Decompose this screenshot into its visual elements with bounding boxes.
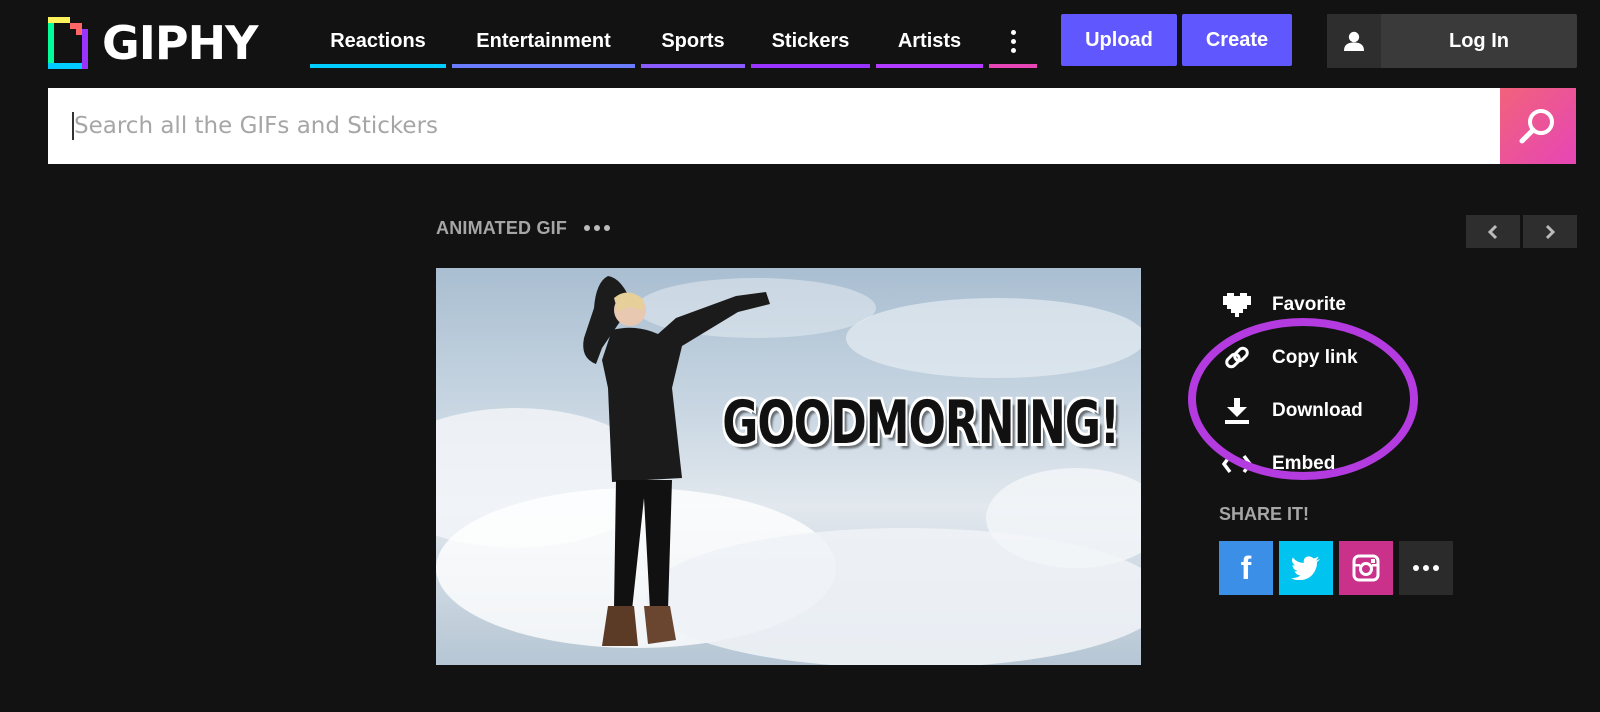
dot: [604, 225, 610, 231]
chevron-left-icon: [1487, 224, 1498, 239]
category-nav: Reactions Entertainment Sports Stickers …: [310, 14, 1037, 68]
chevron-right-icon: [1545, 224, 1556, 239]
gif-options-button[interactable]: [584, 225, 610, 231]
next-gif-button[interactable]: [1523, 215, 1577, 248]
previous-gif-button[interactable]: [1466, 215, 1520, 248]
heart-icon: [1220, 288, 1254, 322]
nav-label: Artists: [897, 29, 962, 52]
nav-stickers[interactable]: Stickers: [751, 14, 870, 68]
nav-underline: [989, 64, 1037, 68]
nav-entertainment[interactable]: Entertainment: [452, 14, 635, 68]
search-icon: [1519, 109, 1554, 144]
instagram-icon: [1352, 554, 1380, 582]
login-button[interactable]: Log In: [1327, 14, 1577, 68]
favorite-label: Favorite: [1272, 293, 1346, 315]
create-button[interactable]: Create: [1182, 14, 1292, 66]
share-buttons: f: [1219, 541, 1453, 595]
dot: [1010, 47, 1016, 53]
facebook-icon: f: [1240, 549, 1252, 586]
highlight-annotation: [1188, 318, 1418, 480]
instagram-share-button[interactable]: [1339, 541, 1393, 595]
share-title: SHARE IT!: [1219, 504, 1309, 524]
nav-underline: [876, 64, 983, 68]
nav-more-button[interactable]: [989, 14, 1037, 68]
search-button[interactable]: [1500, 88, 1576, 164]
giphy-logo[interactable]: GIPHY: [48, 16, 258, 70]
search-bar: [48, 88, 1576, 164]
more-share-button[interactable]: [1399, 541, 1453, 595]
dot: [584, 225, 590, 231]
gif-caption: GOODMORNING!: [722, 389, 1120, 458]
dot: [594, 225, 600, 231]
giphy-logo-icon: [48, 17, 88, 69]
facebook-share-button[interactable]: f: [1219, 541, 1273, 595]
nav-reactions[interactable]: Reactions: [310, 14, 446, 68]
search-input[interactable]: [48, 88, 1500, 164]
giphy-wordmark: GIPHY: [102, 16, 258, 70]
twitter-icon: [1291, 556, 1320, 580]
gif-image[interactable]: GOODMORNING!: [436, 268, 1141, 665]
nav-artists[interactable]: Artists: [876, 14, 983, 68]
nav-label: Stickers: [771, 29, 850, 52]
nav-underline: [310, 64, 446, 68]
user-icon: [1327, 14, 1381, 68]
nav-label: Entertainment: [476, 29, 611, 52]
dot: [1010, 38, 1016, 44]
twitter-share-button[interactable]: [1279, 541, 1333, 595]
nav-sports[interactable]: Sports: [641, 14, 745, 68]
gif-scene: [436, 276, 1141, 665]
nav-underline: [751, 64, 870, 68]
login-label: Log In: [1449, 29, 1509, 52]
content-type-label: ANIMATED GIF: [436, 218, 568, 238]
nav-label: Reactions: [330, 29, 426, 52]
more-icon: [1413, 565, 1439, 571]
dot: [1010, 29, 1016, 35]
nav-underline: [641, 64, 745, 68]
nav-label: Sports: [661, 29, 725, 52]
text-cursor: [72, 112, 74, 140]
nav-underline: [452, 64, 635, 68]
upload-button[interactable]: Upload: [1061, 14, 1177, 66]
